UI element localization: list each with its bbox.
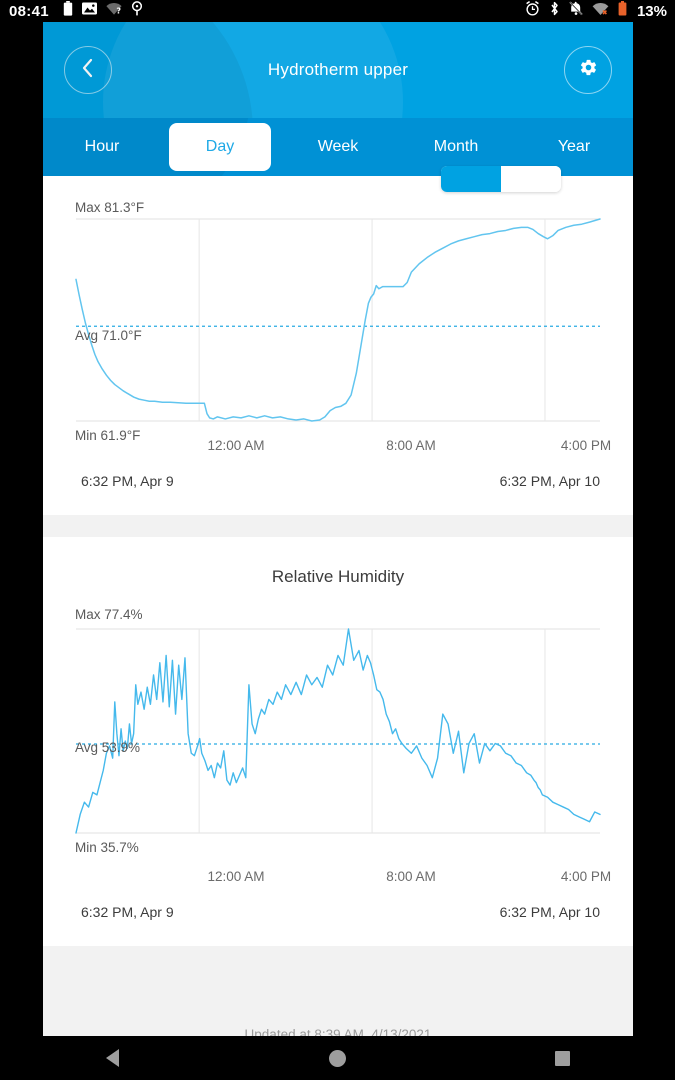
temperature-range-end: 6:32 PM, Apr 10 [499, 473, 600, 489]
device-screen: 08:41 ? 13% Hydrotherm upper Hour Day We… [0, 0, 675, 1080]
humidity-max-label: Max 77.4% [75, 607, 143, 622]
tab-year-label: Year [557, 138, 591, 155]
gear-icon [579, 58, 598, 82]
humidity-min-label: Min 35.7% [75, 840, 139, 855]
temperature-range-row: 6:32 PM, Apr 9 6:32 PM, Apr 10 [43, 464, 633, 489]
scroll-content[interactable]: Max 81.3°F Avg 71.0°F Min 61.9°F 12:00 A… [43, 166, 633, 1036]
location-pin-icon [131, 1, 143, 21]
tab-day[interactable]: Day [161, 118, 279, 176]
unit-toggle-fahrenheit[interactable] [441, 166, 501, 192]
humidity-xtick-1: 8:00 AM [386, 869, 436, 884]
temperature-plot [75, 218, 601, 422]
tab-week[interactable]: Week [279, 118, 397, 176]
back-triangle-icon [106, 1049, 119, 1067]
temperature-range-start: 6:32 PM, Apr 9 [81, 473, 174, 489]
status-bar-right-icons: 13% [525, 0, 667, 21]
bluetooth-icon [549, 1, 560, 21]
settings-button[interactable] [564, 46, 612, 94]
nav-home-button[interactable] [303, 1036, 373, 1080]
tab-hour-label: Hour [84, 138, 120, 155]
wifi-question-icon: ? [106, 2, 122, 20]
tab-month-label: Month [433, 138, 479, 155]
tab-hour[interactable]: Hour [43, 118, 161, 176]
tab-week-label: Week [317, 138, 359, 155]
card-divider [43, 515, 633, 537]
temperature-xtick-1: 8:00 AM [386, 438, 436, 453]
page-title: Hydrotherm upper [267, 60, 409, 79]
nav-back-button[interactable] [78, 1036, 148, 1080]
nav-recents-button[interactable] [528, 1036, 598, 1080]
humidity-range-row: 6:32 PM, Apr 9 6:32 PM, Apr 10 [43, 895, 633, 920]
alarm-icon [525, 0, 540, 21]
recents-square-icon [555, 1050, 570, 1066]
humidity-range-start: 6:32 PM, Apr 9 [81, 904, 174, 920]
humidity-range-end: 6:32 PM, Apr 10 [499, 904, 600, 920]
temperature-chart-card: Max 81.3°F Avg 71.0°F Min 61.9°F 12:00 A… [43, 166, 633, 515]
battery-icon [63, 1, 73, 21]
humidity-plot [75, 628, 601, 834]
app-window: Hydrotherm upper Hour Day Week Month Yea… [43, 22, 633, 1036]
system-nav-bar[interactable] [0, 1036, 675, 1080]
tab-day-label: Day [205, 138, 235, 155]
chevron-left-icon [80, 58, 96, 83]
humidity-card-pad [43, 920, 633, 946]
battery-percent-label: 13% [636, 2, 667, 20]
app-header: Hydrotherm upper [43, 22, 633, 118]
back-button[interactable] [64, 46, 112, 94]
humidity-card-title: Relative Humidity [271, 567, 405, 586]
humidity-xtick-2: 4:00 PM [560, 869, 612, 884]
humidity-chart-card: Relative Humidity Max 77.4% Avg 53.9% Mi… [43, 537, 633, 946]
unit-toggle-celsius[interactable] [501, 166, 561, 192]
temperature-max-label: Max 81.3°F [75, 200, 145, 215]
status-bar: 08:41 ? 13% [0, 0, 675, 22]
temperature-chart: Max 81.3°F Avg 71.0°F Min 61.9°F [43, 176, 633, 443]
temperature-xtick-0: 12:00 AM [207, 438, 265, 453]
humidity-avg-label: Avg 53.9% [75, 740, 141, 755]
screenshot-icon [81, 2, 97, 20]
unit-toggle[interactable] [441, 166, 561, 192]
status-bar-clock: 08:41 [9, 2, 49, 20]
updated-timestamp: Updated at 8:39 AM, 4/13/2021 [244, 1027, 432, 1036]
temperature-x-axis: 12:00 AM 8:00 AM 4:00 PM [43, 438, 633, 464]
home-circle-icon [329, 1049, 346, 1067]
humidity-x-axis: 12:00 AM 8:00 AM 4:00 PM [43, 869, 633, 895]
humidity-chart: Max 77.4% Avg 53.9% Min 35.7% [43, 607, 633, 869]
wifi-off-icon [592, 2, 609, 21]
temperature-card-pad [43, 489, 633, 515]
temperature-xtick-2: 4:00 PM [560, 438, 612, 453]
notifications-off-icon [569, 1, 583, 21]
svg-text:?: ? [116, 6, 121, 15]
status-bar-left-icons: ? [63, 1, 143, 21]
temperature-avg-label: Avg 71.0°F [75, 328, 142, 343]
battery-low-icon [618, 1, 627, 21]
humidity-xtick-0: 12:00 AM [207, 869, 265, 884]
